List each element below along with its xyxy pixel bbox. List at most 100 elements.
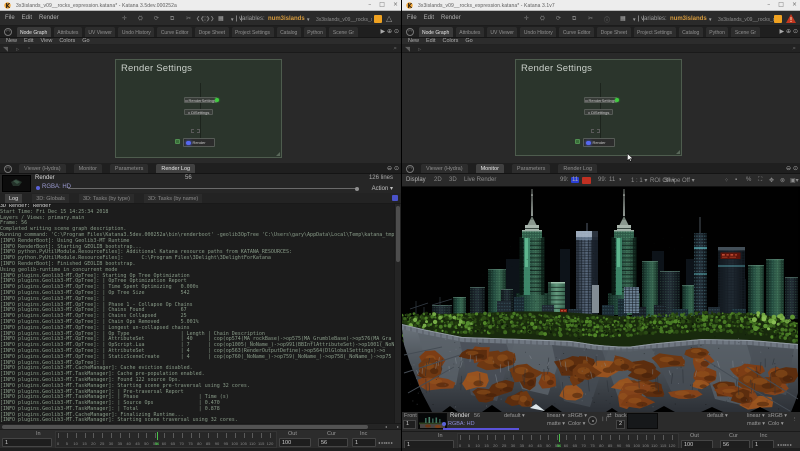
- display-menu[interactable]: Display: [406, 177, 426, 183]
- node-view-flag-blue[interactable]: [186, 141, 191, 146]
- grid-icon[interactable]: ▦: [218, 15, 224, 22]
- catalog-slider-knob[interactable]: [355, 187, 359, 191]
- mode-2d[interactable]: 2D: [434, 177, 442, 183]
- list-item[interactable]: Monitor: [74, 164, 102, 173]
- front-buffer-thumbnail[interactable]: [418, 413, 447, 429]
- link-icon[interactable]: ⧉: [572, 15, 576, 23]
- bookmark-icon[interactable]: ▹: [418, 45, 421, 53]
- node-edit-flag-green[interactable]: [215, 98, 219, 102]
- titlebar-left[interactable]: 3x3islands_v09__rocks_expression.katana*…: [0, 0, 401, 11]
- buffer-pass[interactable]: RGBA: HD: [448, 421, 475, 427]
- node-edit-checkbox[interactable]: [188, 112, 191, 115]
- grid-icon[interactable]: ▦: [620, 15, 626, 22]
- node-rendersettings[interactable]: RenderSettings: [584, 97, 617, 103]
- variables-dropdown-icon2[interactable]: ▼: [708, 17, 712, 22]
- list-item[interactable]: Dope Sheet: [597, 27, 630, 37]
- node-dlsettings[interactable]: DlSettings: [584, 109, 613, 115]
- list-item[interactable]: Scene Gr: [731, 27, 759, 37]
- list-item[interactable]: Log: [5, 194, 22, 203]
- list-item[interactable]: Undo History: [118, 27, 154, 37]
- warning-icon[interactable]: △: [386, 14, 392, 23]
- tabbar-icons[interactable]: ▶ ⊕ ⊙: [780, 28, 798, 35]
- front-buffer-value[interactable]: 11: [571, 177, 579, 183]
- fit-icon[interactable]: ⛶: [758, 177, 762, 184]
- message-badge[interactable]: [374, 15, 382, 23]
- maximize-button[interactable]: □: [379, 0, 385, 10]
- pane-menu-icon[interactable]: ◠: [406, 28, 414, 36]
- pane-menu-icon[interactable]: ◠: [406, 165, 414, 173]
- variables-dropdown-icon[interactable]: ▼: [632, 17, 636, 22]
- swap-icon[interactable]: ⇄: [607, 413, 612, 419]
- sync-icon[interactable]: ⟳: [154, 15, 159, 22]
- link-icon[interactable]: ⧉: [170, 15, 174, 23]
- maximize-button[interactable]: □: [778, 0, 784, 10]
- mode-3d[interactable]: 3D: [449, 177, 457, 183]
- list-item[interactable]: Attributes: [54, 27, 82, 37]
- back-view-color[interactable]: Colo ▾: [768, 421, 784, 427]
- variables-dropdown-icon[interactable]: ▼: [230, 17, 234, 22]
- titlebar-right[interactable]: 3x3islands_v09__rocks_expression.katana*…: [402, 0, 800, 11]
- front-view-color[interactable]: Color ▾: [568, 421, 585, 427]
- pixel-probe-icon[interactable]: ⁘: [724, 177, 729, 184]
- error-warning-icon[interactable]: [786, 14, 796, 23]
- node-edit-checkbox[interactable]: [185, 100, 188, 103]
- add-icon[interactable]: ✛: [524, 15, 529, 22]
- snapshot-icon[interactable]: ▣▾: [790, 177, 799, 184]
- monitor-viewport[interactable]: [402, 187, 800, 412]
- cut-icon[interactable]: ✂: [588, 15, 593, 22]
- backdrop-resize-grip[interactable]: [676, 150, 680, 154]
- back-buffer-thumbnail[interactable]: [627, 413, 658, 429]
- front-view-linear[interactable]: linear ▾: [547, 413, 565, 419]
- list-item[interactable]: Parameters: [110, 164, 148, 173]
- back-index-field[interactable]: 2: [616, 420, 625, 429]
- scene-shortcut[interactable]: 3x3islands_v09__rocks_dh: [718, 17, 774, 23]
- sync-icon[interactable]: ⟳: [556, 15, 561, 22]
- ab-compare-button[interactable]: [588, 416, 597, 425]
- node-edit-checkbox[interactable]: [585, 100, 588, 103]
- front-view-srgb[interactable]: sRGB ▾: [568, 413, 587, 419]
- variables-value[interactable]: num3islands: [268, 16, 305, 22]
- cut-icon[interactable]: ✂: [186, 15, 191, 22]
- list-item[interactable]: Monitor: [476, 164, 504, 173]
- list-item[interactable]: Catalog: [277, 27, 301, 37]
- pane-menu-icon[interactable]: ◠: [4, 165, 12, 173]
- message-badge[interactable]: [774, 15, 782, 23]
- list-item[interactable]: UV Viewer: [487, 27, 518, 37]
- close-button[interactable]: ×: [393, 0, 398, 10]
- list-item[interactable]: Curve Editor: [559, 27, 594, 37]
- list-item[interactable]: Viewer (Hydra): [19, 164, 66, 173]
- list-item[interactable]: Render Log: [156, 164, 195, 173]
- search-icon[interactable]: ⌕: [393, 45, 397, 53]
- gear-icon[interactable]: ⛭: [540, 15, 545, 23]
- back-view-srgb[interactable]: sRGB ▾: [768, 413, 787, 419]
- catalog-slider-track[interactable]: [68, 188, 356, 189]
- percent-icon[interactable]: %: [746, 177, 751, 183]
- tabbar-icons[interactable]: ▶ ⊕ ⊙: [381, 28, 399, 35]
- minimize-button[interactable]: –: [368, 0, 371, 10]
- list-item[interactable]: Attributes: [456, 27, 484, 37]
- front-view-default[interactable]: default ▾: [504, 413, 525, 419]
- node-edit-flag-green[interactable]: [615, 98, 619, 102]
- in-field[interactable]: 1: [2, 438, 52, 447]
- list-item[interactable]: Project Settings: [634, 27, 676, 37]
- zoom-select[interactable]: 1 : 1 ▾: [631, 177, 647, 184]
- cur-field[interactable]: 56: [318, 438, 348, 447]
- close-button[interactable]: ×: [792, 0, 797, 10]
- playback-controls[interactable]: ◂◂◂▸▸▸: [777, 442, 793, 447]
- solo-icon[interactable]: ▪: [735, 177, 737, 183]
- back-buffer-value[interactable]: 11: [609, 177, 615, 183]
- pane-icons[interactable]: ⊖ ⊙: [786, 165, 798, 172]
- scrollbar-handle[interactable]: [396, 206, 400, 262]
- front-view-matte[interactable]: matte ▾: [547, 421, 565, 427]
- list-item[interactable]: UV Viewer: [85, 27, 116, 37]
- back-view-matte[interactable]: matte ▾: [747, 421, 765, 427]
- gear-icon[interactable]: ⛭: [138, 15, 143, 23]
- node-rendersettings[interactable]: RenderSettings: [184, 97, 217, 103]
- list-item[interactable]: Python: [304, 27, 327, 37]
- list-item[interactable]: Catalog: [679, 27, 703, 37]
- action-dropdown[interactable]: Action ▾: [372, 185, 393, 192]
- pane-menu-icon[interactable]: ◠: [4, 28, 12, 36]
- pass-name[interactable]: RGBA: HD: [42, 184, 71, 190]
- list-item[interactable]: Node Graph: [419, 27, 453, 37]
- list-item[interactable]: Python: [706, 27, 729, 37]
